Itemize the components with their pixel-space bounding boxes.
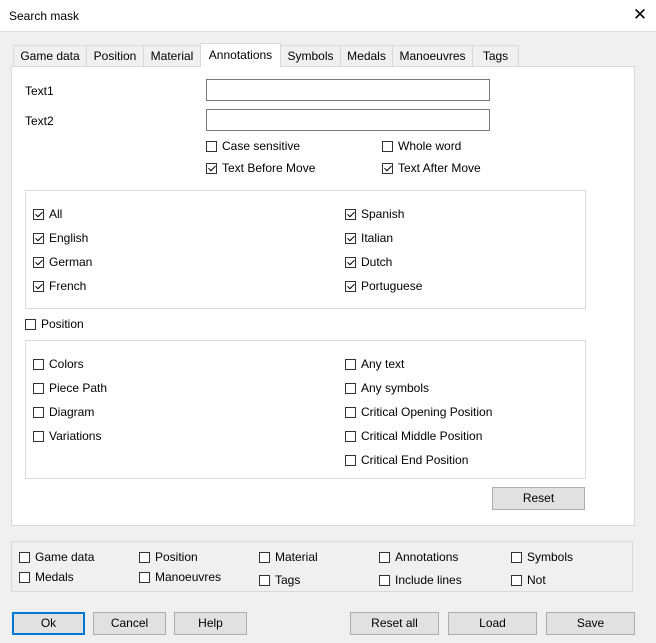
language-english-label: English	[49, 231, 89, 245]
language-dutch-label: Dutch	[361, 255, 393, 269]
critical-opening-position-label: Critical Opening Position	[361, 405, 493, 419]
text-after-move-checkbox[interactable]	[382, 163, 393, 174]
colors-label: Colors	[49, 357, 84, 371]
filter-medals-label: Medals	[35, 570, 74, 584]
filter-annotations-label: Annotations	[395, 550, 459, 564]
language-french-label: French	[49, 279, 87, 293]
language-portuguese-label: Portuguese	[361, 279, 423, 293]
load-button[interactable]: Load	[448, 612, 537, 635]
text1-label: Text1	[25, 84, 54, 98]
diagram-checkbox[interactable]	[33, 407, 44, 418]
filter-position-checkbox[interactable]	[139, 552, 150, 563]
languages-group	[25, 190, 586, 309]
filter-game-data-checkbox[interactable]	[19, 552, 30, 563]
filter-symbols-checkbox[interactable]	[511, 552, 522, 563]
piece-path-label: Piece Path	[49, 381, 108, 395]
any-symbols-label: Any symbols	[361, 381, 430, 395]
tab-game-data[interactable]: Game data	[13, 45, 87, 66]
case-sensitive-label: Case sensitive	[222, 139, 301, 153]
ok-button[interactable]: Ok	[12, 612, 85, 635]
help-button[interactable]: Help	[174, 612, 247, 635]
text1-input[interactable]	[206, 79, 490, 101]
filter-not-checkbox[interactable]	[511, 575, 522, 586]
tab-medals[interactable]: Medals	[340, 45, 393, 66]
save-button[interactable]: Save	[546, 612, 635, 635]
critical-end-position-checkbox[interactable]	[345, 455, 356, 466]
tab-annotations[interactable]: Annotations	[200, 43, 281, 67]
language-all-checkbox[interactable]	[33, 209, 44, 220]
tab-material[interactable]: Material	[143, 45, 201, 66]
variations-checkbox[interactable]	[33, 431, 44, 442]
language-dutch-checkbox[interactable]	[345, 257, 356, 268]
text-after-move-label: Text After Move	[398, 161, 481, 175]
filter-medals-checkbox[interactable]	[19, 572, 30, 583]
position-label: Position	[41, 317, 84, 331]
critical-middle-position-checkbox[interactable]	[345, 431, 356, 442]
whole-word-checkbox[interactable]	[382, 141, 393, 152]
filter-material-label: Material	[275, 550, 318, 564]
language-english-checkbox[interactable]	[33, 233, 44, 244]
filter-include-lines-label: Include lines	[395, 573, 462, 587]
filter-tags-label: Tags	[275, 573, 301, 587]
window-title: Search mask	[9, 9, 80, 23]
language-all-label: All	[49, 207, 63, 221]
filter-manoeuvres-label: Manoeuvres	[155, 570, 222, 584]
critical-opening-position-checkbox[interactable]	[345, 407, 356, 418]
diagram-label: Diagram	[49, 405, 95, 419]
text-before-move-label: Text Before Move	[222, 161, 316, 175]
filter-annotations-checkbox[interactable]	[379, 552, 390, 563]
reset-all-button[interactable]: Reset all	[350, 612, 439, 635]
critical-middle-position-label: Critical Middle Position	[361, 429, 483, 443]
tab-symbols[interactable]: Symbols	[280, 45, 341, 66]
reset-button[interactable]: Reset	[492, 487, 585, 510]
close-icon[interactable]: ✕	[632, 5, 648, 25]
variations-label: Variations	[49, 429, 102, 443]
language-german-label: German	[49, 255, 93, 269]
language-italian-checkbox[interactable]	[345, 233, 356, 244]
title-bar: Search mask ✕	[0, 0, 656, 32]
piece-path-checkbox[interactable]	[33, 383, 44, 394]
filter-not-label: Not	[527, 573, 546, 587]
language-french-checkbox[interactable]	[33, 281, 44, 292]
filter-tags-checkbox[interactable]	[259, 575, 270, 586]
tab-tags[interactable]: Tags	[472, 45, 519, 66]
language-spanish-checkbox[interactable]	[345, 209, 356, 220]
filter-game-data-label: Game data	[35, 550, 95, 564]
language-italian-label: Italian	[361, 231, 394, 245]
filter-include-lines-checkbox[interactable]	[379, 575, 390, 586]
filter-manoeuvres-checkbox[interactable]	[139, 572, 150, 583]
text2-input[interactable]	[206, 109, 490, 131]
language-german-checkbox[interactable]	[33, 257, 44, 268]
any-symbols-checkbox[interactable]	[345, 383, 356, 394]
language-portuguese-checkbox[interactable]	[345, 281, 356, 292]
text2-label: Text2	[25, 114, 54, 128]
language-spanish-label: Spanish	[361, 207, 405, 221]
colors-checkbox[interactable]	[33, 359, 44, 370]
critical-end-position-label: Critical End Position	[361, 453, 469, 467]
whole-word-label: Whole word	[398, 139, 462, 153]
position-options-group	[25, 340, 586, 479]
cancel-button[interactable]: Cancel	[93, 612, 166, 635]
position-checkbox[interactable]	[25, 319, 36, 330]
any-text-label: Any text	[361, 357, 405, 371]
text-before-move-checkbox[interactable]	[206, 163, 217, 174]
any-text-checkbox[interactable]	[345, 359, 356, 370]
tab-manoeuvres[interactable]: Manoeuvres	[392, 45, 473, 66]
filter-symbols-label: Symbols	[527, 550, 574, 564]
tab-position[interactable]: Position	[86, 45, 144, 66]
case-sensitive-checkbox[interactable]	[206, 141, 217, 152]
filter-position-label: Position	[155, 550, 198, 564]
filter-material-checkbox[interactable]	[259, 552, 270, 563]
